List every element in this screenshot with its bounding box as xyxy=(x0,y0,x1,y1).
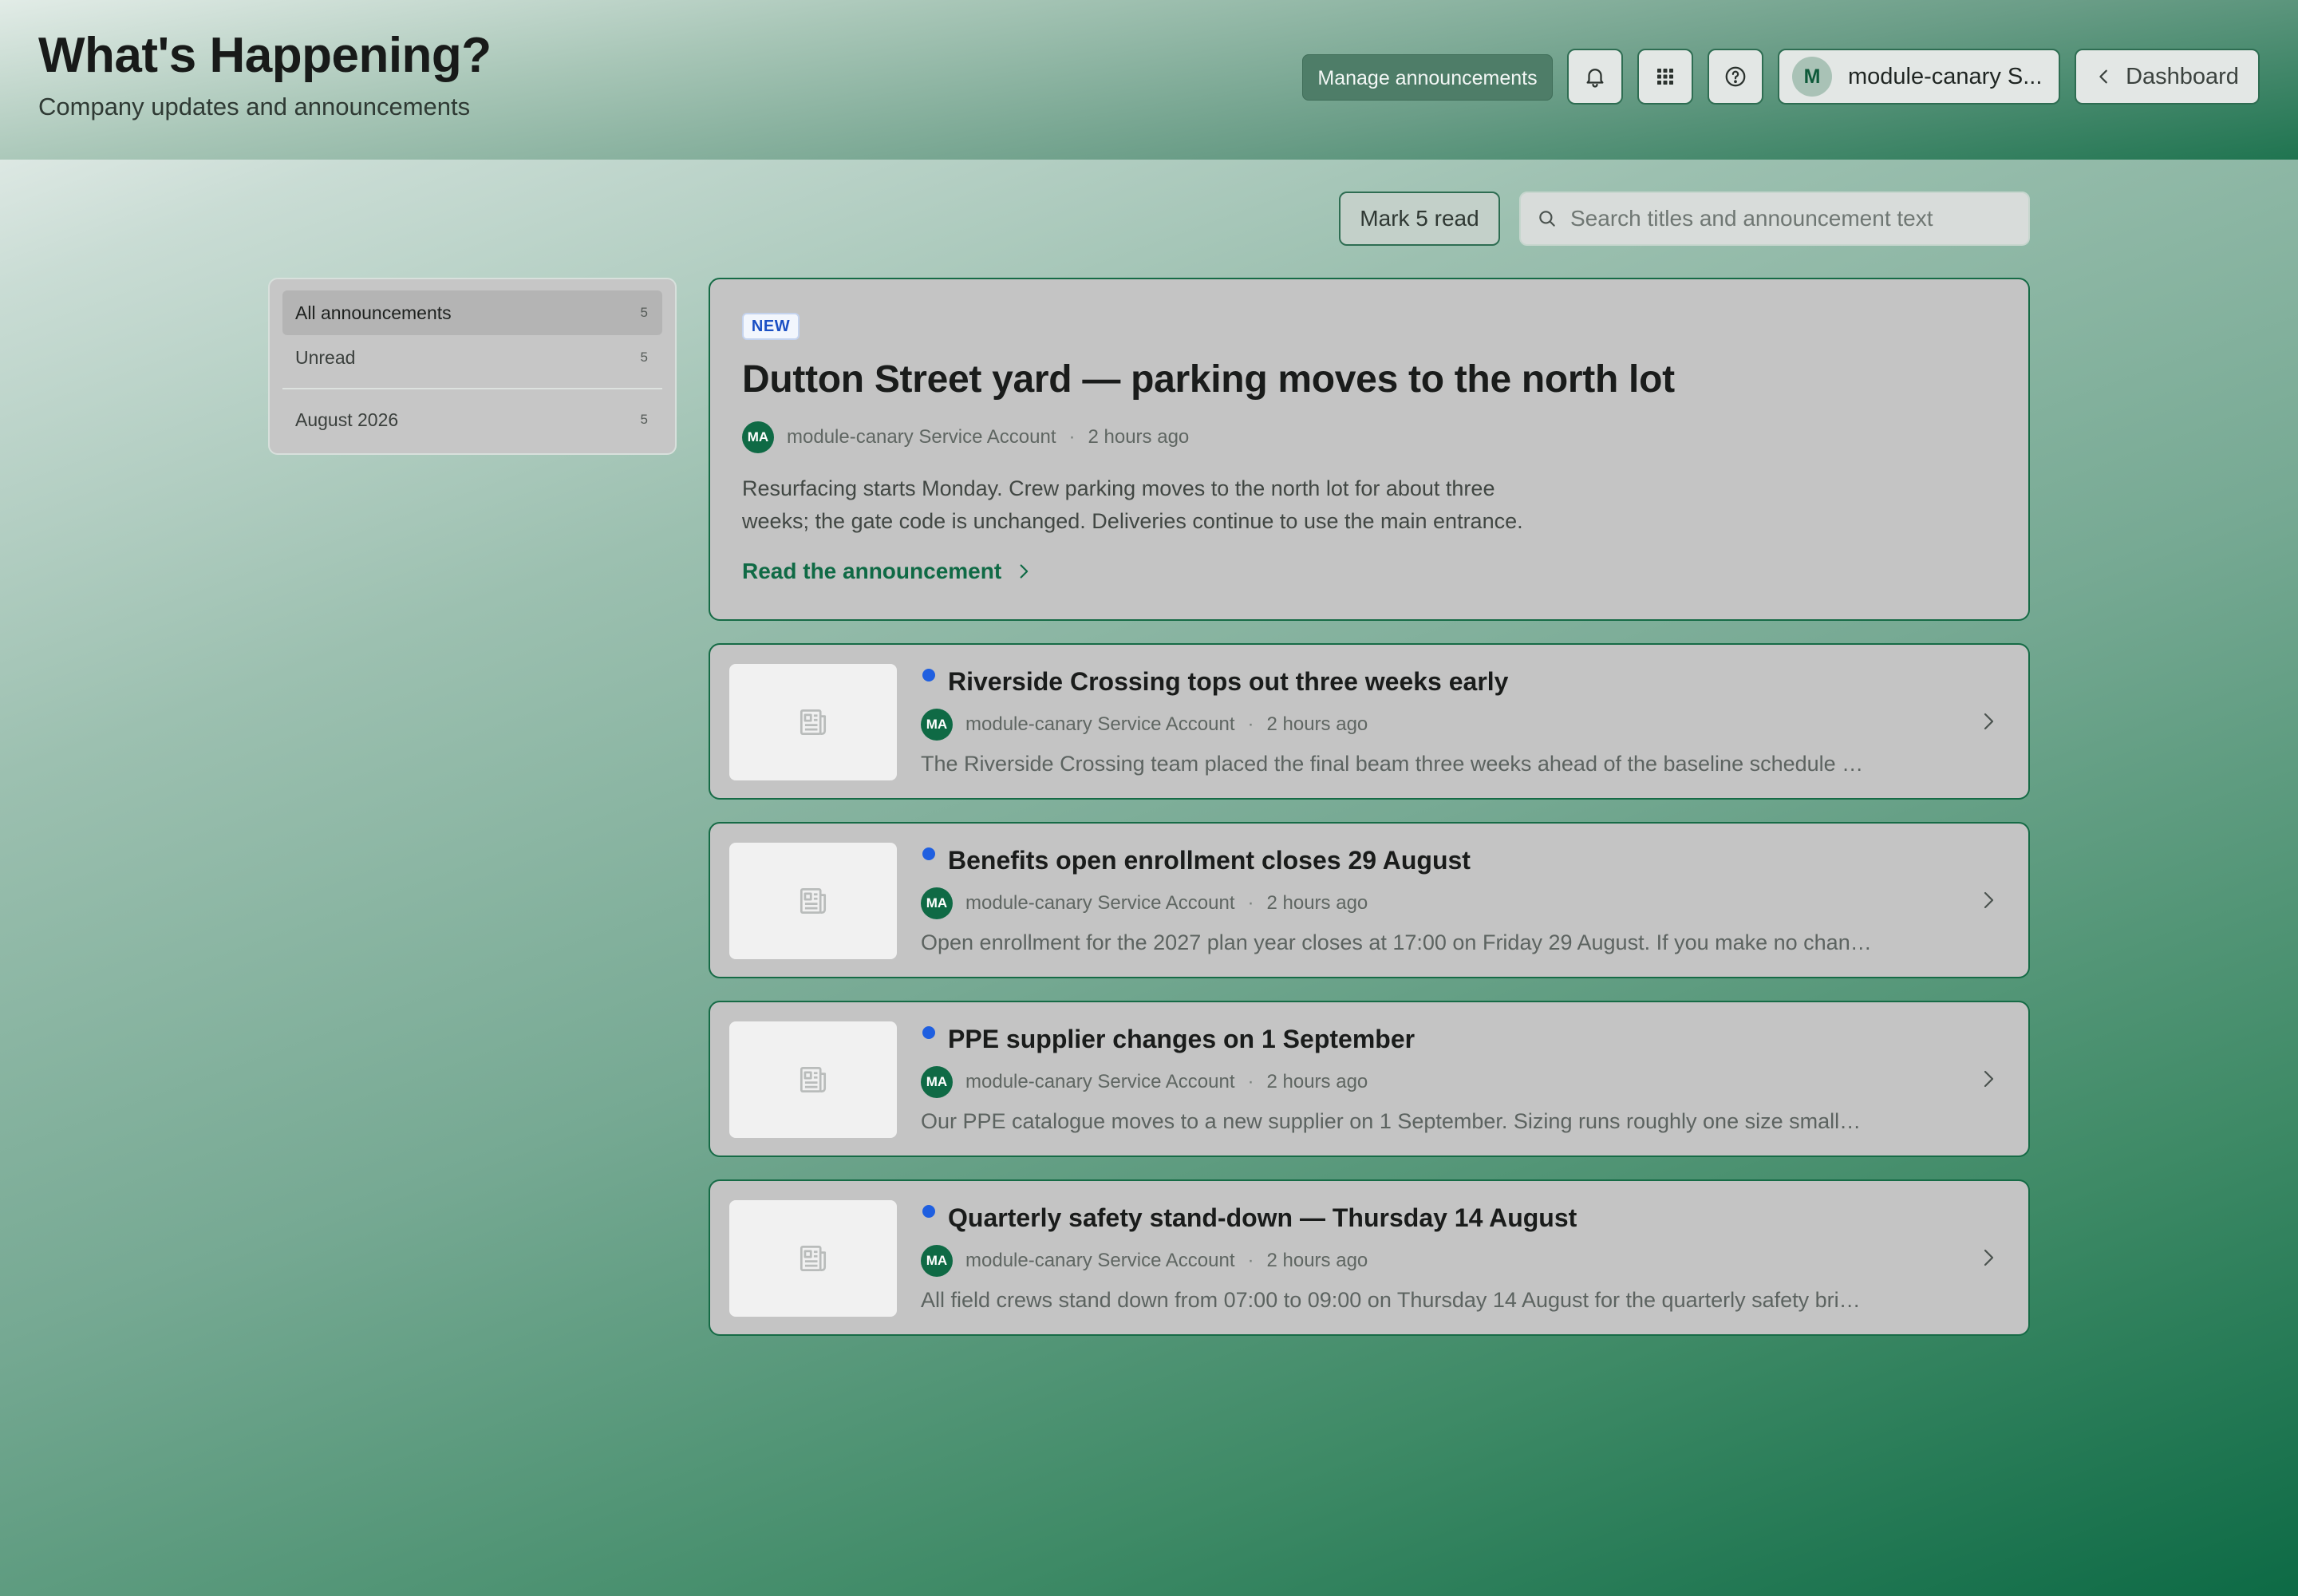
author-avatar: MA xyxy=(921,887,953,919)
manage-announcements-button[interactable]: Manage announcements xyxy=(1302,54,1553,101)
meta-separator: · xyxy=(1247,713,1254,735)
announcement-title[interactable]: PPE supplier changes on 1 September xyxy=(948,1025,1415,1054)
help-button[interactable] xyxy=(1708,49,1763,105)
announcement-card[interactable]: PPE supplier changes on 1 September MA m… xyxy=(709,1001,2030,1157)
chevron-right-icon[interactable] xyxy=(1979,891,1998,910)
unread-indicator xyxy=(922,1026,935,1039)
post-time: 2 hours ago xyxy=(1266,1250,1368,1271)
search-input[interactable] xyxy=(1570,206,2017,231)
sidebar-item-label: All announcements xyxy=(295,302,452,323)
newspaper-icon xyxy=(800,887,827,915)
new-badge: NEW xyxy=(742,313,800,340)
unread-indicator xyxy=(922,847,935,860)
meta-separator: · xyxy=(1247,1071,1254,1092)
page-header: What's Happening? Company updates and an… xyxy=(0,0,2298,160)
announcement-title[interactable]: Riverside Crossing tops out three weeks … xyxy=(948,667,1508,697)
announcement-title[interactable]: Benefits open enrollment closes 29 Augus… xyxy=(948,846,1471,875)
search-icon xyxy=(1539,211,1555,227)
avatar: M xyxy=(1792,57,1832,97)
chevron-right-icon xyxy=(1020,564,1029,579)
announcement-meta: MA module-canary Service Account · 2 hou… xyxy=(921,1245,1368,1277)
announcement-excerpt: All field crews stand down from 07:00 to… xyxy=(921,1288,1872,1312)
author-avatar: MA xyxy=(921,709,953,741)
user-menu-button[interactable]: M module-canary S... xyxy=(1778,49,2060,105)
thumbnail-placeholder xyxy=(729,843,897,959)
apps-button[interactable] xyxy=(1637,49,1693,105)
featured-meta: MA module-canary Service Account · 2 hou… xyxy=(742,421,1189,453)
author-name: module-canary Service Account xyxy=(787,426,1056,448)
announcement-excerpt: Our PPE catalogue moves to a new supplie… xyxy=(921,1109,1872,1133)
sidebar-item-count: 5 xyxy=(640,350,648,365)
read-link-label: Read the announcement xyxy=(742,559,1002,583)
sidebar-item-all-announcements[interactable]: All announcements 5 xyxy=(282,290,662,335)
unread-indicator xyxy=(922,1205,935,1218)
chevron-left-icon xyxy=(2099,69,2107,84)
dashboard-button[interactable]: Dashboard xyxy=(2075,49,2260,105)
author-name: module-canary Service Account xyxy=(965,1071,1235,1092)
page-title: What's Happening? xyxy=(38,28,492,83)
chevron-right-icon[interactable] xyxy=(1979,712,1998,731)
author-avatar: MA xyxy=(921,1066,953,1098)
post-time: 2 hours ago xyxy=(1266,713,1368,735)
announcement-card[interactable]: Quarterly safety stand-down — Thursday 1… xyxy=(709,1179,2030,1336)
announcement-excerpt: The Riverside Crossing team placed the f… xyxy=(921,752,1872,776)
announcement-meta: MA module-canary Service Account · 2 hou… xyxy=(921,1066,1368,1098)
newspaper-icon xyxy=(800,1245,827,1272)
read-announcement-link[interactable]: Read the announcement xyxy=(742,559,1032,584)
sidebar-divider xyxy=(282,388,662,389)
notifications-button[interactable] xyxy=(1567,49,1623,105)
newspaper-icon xyxy=(800,709,827,736)
author-avatar: MA xyxy=(921,1245,953,1277)
sidebar-item-count: 5 xyxy=(640,305,648,320)
help-icon xyxy=(1725,66,1746,87)
post-time: 2 hours ago xyxy=(1266,892,1368,914)
filter-sidebar: All announcements 5 Unread 5 August 2026… xyxy=(268,278,677,455)
sidebar-item-label: Unread xyxy=(295,346,356,368)
featured-body: Resurfacing starts Monday. Crew parking … xyxy=(742,476,1523,533)
sidebar-item-count: 5 xyxy=(640,412,648,427)
unread-indicator xyxy=(922,669,935,681)
chevron-right-icon[interactable] xyxy=(1979,1069,1998,1088)
announcement-title[interactable]: Quarterly safety stand-down — Thursday 1… xyxy=(948,1203,1577,1233)
sidebar-item-august-2026[interactable]: August 2026 5 xyxy=(282,397,662,442)
announcement-card[interactable]: Riverside Crossing tops out three weeks … xyxy=(709,643,2030,800)
sidebar-item-unread[interactable]: Unread 5 xyxy=(282,335,662,380)
dashboard-label: Dashboard xyxy=(2126,63,2239,89)
apps-grid-icon xyxy=(1657,69,1673,85)
author-name: module-canary Service Account xyxy=(965,713,1235,735)
user-name: module-canary S... xyxy=(1848,63,2043,89)
announcement-meta: MA module-canary Service Account · 2 hou… xyxy=(921,887,1368,919)
thumbnail-placeholder xyxy=(729,664,897,780)
search-box xyxy=(1519,192,2030,246)
author-avatar: MA xyxy=(742,421,774,453)
newspaper-icon xyxy=(800,1066,827,1093)
author-name: module-canary Service Account xyxy=(965,1250,1235,1271)
thumbnail-placeholder xyxy=(729,1200,897,1317)
mark-all-read-button[interactable]: Mark 5 read xyxy=(1339,192,1500,246)
author-name: module-canary Service Account xyxy=(965,892,1235,914)
announcement-meta: MA module-canary Service Account · 2 hou… xyxy=(921,709,1368,741)
page-subtitle: Company updates and announcements xyxy=(38,93,471,120)
thumbnail-placeholder xyxy=(729,1021,897,1138)
featured-announcement[interactable]: NEW Dutton Street yard — parking moves t… xyxy=(709,278,2030,621)
post-time: 2 hours ago xyxy=(1088,426,1190,448)
meta-separator: · xyxy=(1247,1250,1254,1271)
featured-title[interactable]: Dutton Street yard — parking moves to th… xyxy=(742,358,1675,401)
chevron-right-icon[interactable] xyxy=(1979,1248,1998,1267)
meta-separator: · xyxy=(1247,892,1254,914)
meta-separator: · xyxy=(1068,426,1076,448)
sidebar-item-label: August 2026 xyxy=(295,409,399,430)
bell-icon xyxy=(1586,69,1604,88)
post-time: 2 hours ago xyxy=(1266,1071,1368,1092)
announcement-excerpt: Open enrollment for the 2027 plan year c… xyxy=(921,930,1872,954)
announcement-card[interactable]: Benefits open enrollment closes 29 Augus… xyxy=(709,822,2030,978)
